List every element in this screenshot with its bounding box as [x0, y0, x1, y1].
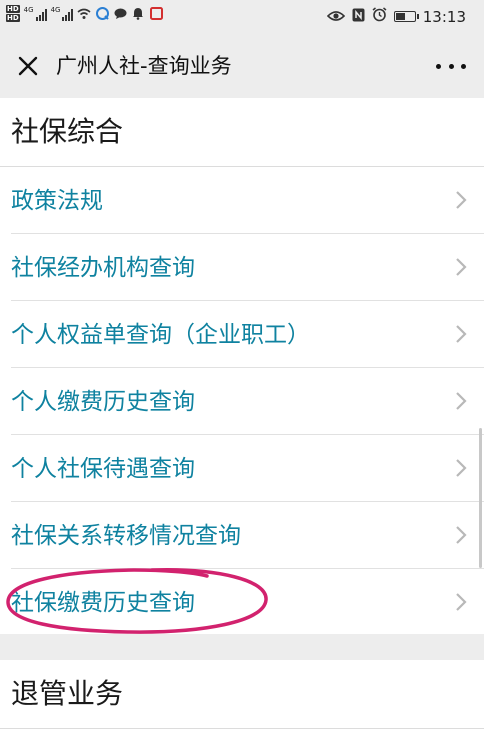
section-title: 退管业务 — [11, 677, 124, 710]
list-item-label: 个人权益单查询（企业职工） — [11, 322, 310, 348]
list-item-rights-statement[interactable]: 个人权益单查询（企业职工） — [11, 301, 484, 368]
chevron-right-icon — [454, 323, 468, 345]
chevron-right-icon — [454, 457, 468, 479]
list-item-label: 社保经办机构查询 — [11, 255, 195, 281]
list-item-label: 社保关系转移情况查询 — [11, 523, 241, 549]
wifi-icon — [77, 7, 91, 21]
alarm-icon — [372, 7, 387, 26]
list-item-agency-query[interactable]: 社保经办机构查询 — [11, 234, 484, 301]
nfc-icon — [352, 8, 365, 26]
page-title: 广州人社-查询业务 — [56, 54, 232, 78]
bell-icon — [131, 7, 145, 21]
network-type: 4G — [23, 5, 34, 14]
list-item-insurance-payment-history[interactable]: 社保缴费历史查询 — [11, 569, 484, 635]
status-time: 13:13 — [422, 7, 466, 26]
list-item-transfer-status[interactable]: 社保关系转移情况查询 — [11, 502, 484, 569]
list-item-label: 社保缴费历史查询 — [11, 590, 195, 616]
chevron-right-icon — [454, 189, 468, 211]
chevron-right-icon — [454, 591, 468, 613]
hd-badge: HD — [6, 5, 20, 13]
more-icon[interactable] — [436, 55, 466, 77]
message-icon — [113, 7, 127, 21]
app-icon — [95, 7, 109, 21]
status-left: HD HD 4G 4G — [6, 5, 163, 22]
eye-icon — [326, 8, 345, 26]
status-bar: HD HD 4G 4G 13:13 — [0, 0, 484, 34]
scrollbar[interactable] — [479, 428, 482, 568]
section-retirement: 退管业务 — [0, 660, 484, 745]
status-right: 13:13 — [326, 7, 466, 26]
list-item-benefits-query[interactable]: 个人社保待遇查询 — [11, 435, 484, 502]
signal-icon: 4G — [50, 5, 74, 21]
section-social-insurance: 社保综合 政策法规 社保经办机构查询 个人权益单查询（企业职工） 个人缴费历史查… — [0, 98, 484, 635]
chevron-right-icon — [454, 524, 468, 546]
section-title: 社保综合 — [11, 115, 124, 148]
close-icon[interactable] — [14, 52, 42, 80]
section-separator — [0, 634, 484, 660]
chevron-right-icon — [454, 390, 468, 412]
chevron-right-icon — [454, 256, 468, 278]
list-item-personal-payment-history[interactable]: 个人缴费历史查询 — [11, 368, 484, 435]
hd-badge: HD — [6, 14, 20, 22]
signal-icon: 4G — [23, 5, 47, 21]
network-type: 4G — [50, 5, 61, 14]
notification-icon — [149, 7, 163, 21]
hd-badges: HD HD — [6, 5, 20, 22]
battery-icon — [393, 11, 419, 22]
list-item-policy[interactable]: 政策法规 — [11, 167, 484, 234]
navigation-bar: 广州人社-查询业务 — [0, 34, 484, 98]
list-item-label: 个人缴费历史查询 — [11, 389, 195, 415]
list-item-label: 政策法规 — [11, 188, 103, 214]
list-item-label: 个人社保待遇查询 — [11, 456, 195, 482]
section-header: 社保综合 — [0, 98, 484, 167]
section-header: 退管业务 — [0, 660, 484, 729]
